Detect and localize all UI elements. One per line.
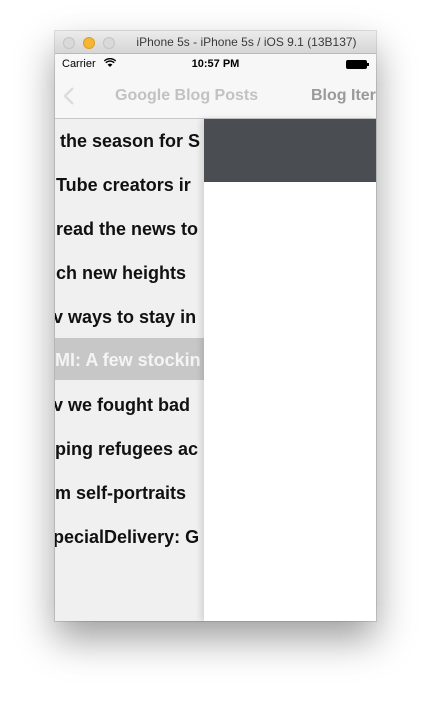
list-item[interactable]: m self-portraits bbox=[55, 477, 204, 509]
status-bar: Carrier 10:57 PM bbox=[55, 54, 376, 74]
status-time: 10:57 PM bbox=[191, 58, 240, 70]
list-item-label: pecialDelivery: G bbox=[55, 527, 200, 547]
list-item[interactable]: ch new heights bbox=[55, 257, 204, 289]
list-item[interactable]: v we fought bad bbox=[55, 389, 204, 421]
list-item[interactable]: pecialDelivery: G bbox=[55, 521, 204, 553]
nav-title: Google Blog Posts bbox=[115, 87, 259, 104]
list-item-label: Tube creators ir bbox=[56, 175, 191, 195]
list-item-label: MI: A few stockin bbox=[55, 350, 201, 370]
minimize-window-button[interactable] bbox=[83, 37, 95, 49]
blog-item-detail-panel bbox=[204, 119, 376, 621]
list-item-label: ping refugees ac bbox=[55, 439, 199, 459]
nav-title-next: Blog Iter bbox=[311, 87, 376, 104]
list-item-selected[interactable]: MI: A few stockin bbox=[55, 338, 204, 380]
detail-header-banner bbox=[204, 119, 376, 182]
simulator-window: iPhone 5s - iPhone 5s / iOS 9.1 (13B137)… bbox=[55, 31, 376, 621]
zoom-window-button[interactable] bbox=[103, 37, 115, 49]
close-window-button[interactable] bbox=[63, 37, 75, 49]
list-item[interactable]: v ways to stay in bbox=[55, 301, 204, 333]
blog-post-list: the season for S Tube creators ir read t… bbox=[55, 119, 204, 621]
window-title: iPhone 5s - iPhone 5s / iOS 9.1 (13B137) bbox=[136, 35, 357, 49]
list-item-label: v we fought bad bbox=[55, 395, 190, 415]
list-item[interactable]: Tube creators ir bbox=[55, 169, 204, 201]
list-item-label: ch new heights bbox=[56, 263, 187, 283]
list-item-label: read the news to bbox=[56, 219, 199, 239]
list-item[interactable]: the season for S bbox=[55, 125, 204, 157]
chevron-left-icon[interactable] bbox=[63, 86, 75, 106]
list-item[interactable]: read the news to bbox=[55, 213, 204, 245]
window-titlebar: iPhone 5s - iPhone 5s / iOS 9.1 (13B137) bbox=[55, 31, 376, 54]
list-item[interactable]: ping refugees ac bbox=[55, 433, 204, 465]
list-item-label: the season for S bbox=[60, 131, 201, 151]
list-item-label: v ways to stay in bbox=[55, 307, 197, 327]
list-item-label: m self-portraits bbox=[55, 483, 187, 503]
battery-icon bbox=[346, 60, 369, 69]
navigation-bar: Google Blog Posts Blog Iter bbox=[55, 74, 376, 119]
